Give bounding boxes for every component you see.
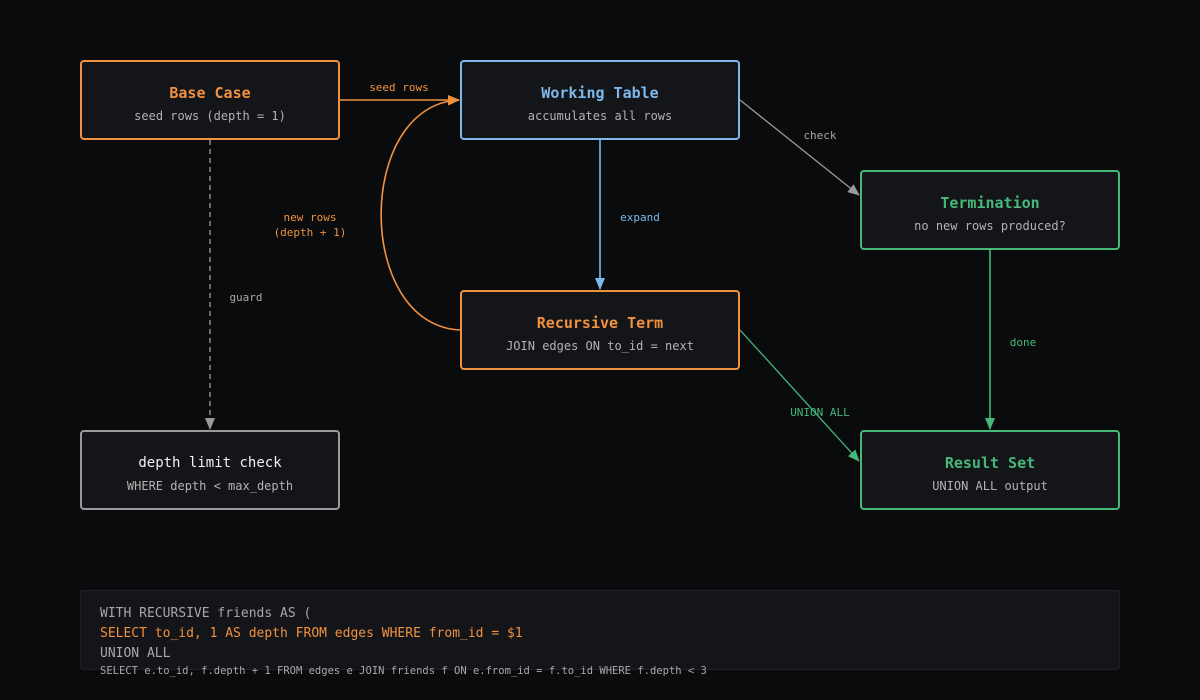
- node-termination: Termination no new rows produced?: [860, 170, 1120, 250]
- edge-label-expand: expand: [620, 211, 660, 224]
- edge-check: [739, 99, 860, 196]
- code-line-union-all: UNION ALL: [100, 646, 171, 661]
- code-line-recursive-select: SELECT e.to_id, f.depth + 1 FROM edges e…: [100, 665, 707, 677]
- edge-label-union-all: UNION ALL: [790, 406, 850, 419]
- sql-code-panel: WITH RECURSIVE friends AS ( SELECT to_id…: [80, 590, 1120, 677]
- node-base-case-subtitle: seed rows (depth = 1): [134, 109, 286, 123]
- node-result-set-subtitle: UNION ALL output: [932, 479, 1048, 493]
- edge-label-new-rows-line1: new rows: [283, 211, 337, 224]
- edge-label-done: done: [1009, 336, 1037, 349]
- recursive-cte-diagram: seed rows check new rows (depth + 1) exp…: [0, 0, 1200, 700]
- edge-label-seed-rows: seed rows: [369, 81, 429, 94]
- node-termination-title: Termination: [940, 194, 1040, 212]
- node-working-table: Working Table accumulates all rows: [460, 60, 740, 140]
- edge-label-check: check: [803, 129, 837, 142]
- node-working-table-subtitle: accumulates all rows: [527, 109, 673, 123]
- node-depth-limit-check: depth limit check WHERE depth < max_dept…: [80, 430, 340, 510]
- node-result-set: Result Set UNION ALL output: [860, 430, 1120, 510]
- code-line-anchor-select: SELECT to_id, 1 AS depth FROM edges WHER…: [100, 626, 523, 641]
- edge-new-rows: [380, 95, 461, 331]
- edge-label-new-rows-line2: (depth + 1): [273, 226, 347, 239]
- edge-label-guard: guard: [229, 291, 263, 304]
- code-line-with-recursive: WITH RECURSIVE friends AS (: [100, 606, 312, 621]
- node-base-case-title: Base Case: [169, 84, 251, 102]
- node-result-set-title: Result Set: [944, 454, 1036, 472]
- node-depth-limit-check-subtitle: WHERE depth < max_depth: [126, 479, 294, 493]
- node-termination-subtitle: no new rows produced?: [914, 219, 1066, 233]
- node-working-table-title: Working Table: [541, 84, 659, 102]
- node-recursive-term: Recursive Term JOIN edges ON to_id = nex…: [460, 290, 740, 370]
- edge-union-all: [739, 329, 860, 462]
- node-depth-limit-check-title: depth limit check: [138, 455, 282, 471]
- node-recursive-term-subtitle: JOIN edges ON to_id = next: [506, 339, 694, 353]
- node-recursive-term-title: Recursive Term: [536, 314, 664, 332]
- node-base-case: Base Case seed rows (depth = 1): [80, 60, 340, 140]
